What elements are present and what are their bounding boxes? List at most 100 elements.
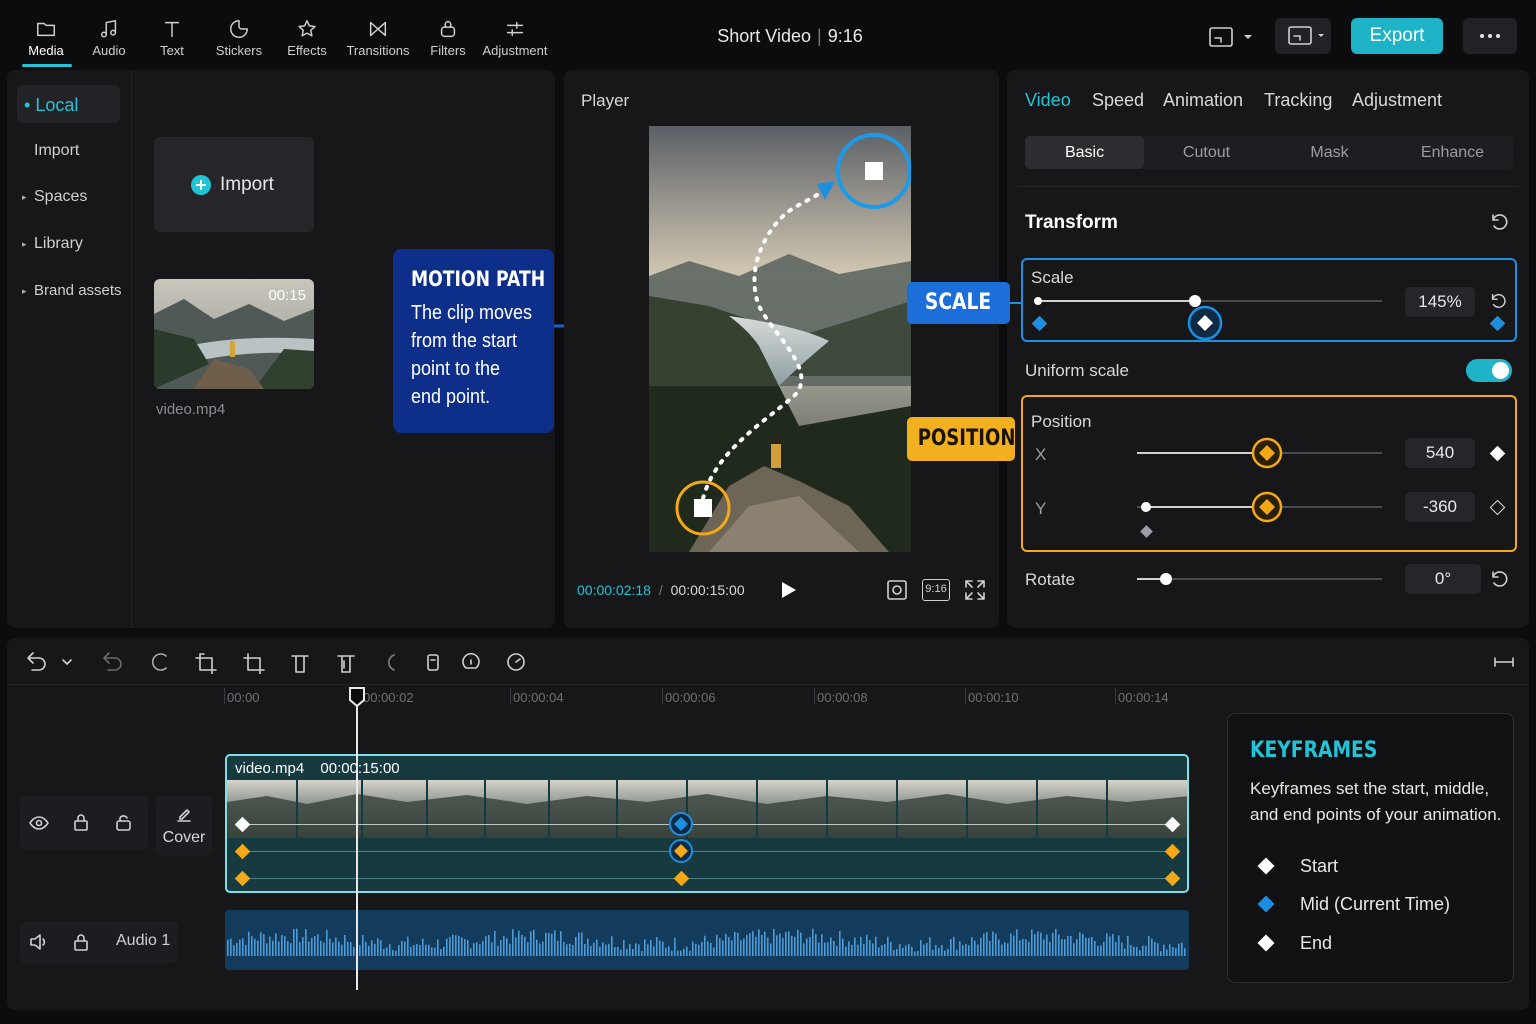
keyframe-mid-icon[interactable] — [668, 811, 694, 837]
rotate-icon[interactable] — [462, 653, 480, 669]
playhead-handle-icon[interactable] — [348, 686, 366, 708]
project-aspect: 9:16 — [827, 26, 863, 46]
export-button[interactable]: Export — [1351, 18, 1443, 54]
delete-icon[interactable] — [337, 655, 355, 673]
motion-path-line: point to the — [411, 358, 501, 380]
waveform-bar — [1088, 937, 1090, 956]
speaker-icon[interactable] — [28, 932, 50, 952]
lock-icon[interactable] — [72, 932, 90, 952]
waveform-bar — [284, 936, 286, 956]
tab-adjustment[interactable]: Adjustment — [1352, 90, 1442, 111]
media-thumbnail[interactable]: 00:15 — [154, 279, 314, 389]
undo-icon[interactable] — [27, 652, 46, 671]
tool-stickers[interactable]: Stickers — [212, 18, 266, 58]
split-icon[interactable] — [291, 655, 309, 673]
waveform-bar — [590, 945, 592, 956]
mirror-icon[interactable] — [427, 654, 439, 671]
waveform-bar — [848, 941, 850, 956]
waveform-bar — [872, 943, 874, 956]
tab-tracking[interactable]: Tracking — [1264, 90, 1332, 111]
tab-animation[interactable]: Animation — [1163, 90, 1243, 111]
snapshot-icon[interactable] — [886, 579, 908, 601]
fullscreen-icon[interactable] — [964, 579, 986, 601]
subtab-basic[interactable]: Basic — [1025, 136, 1144, 169]
more-menu-button[interactable] — [1463, 18, 1517, 54]
playhead-line[interactable] — [356, 696, 358, 990]
cover-button[interactable]: Cover — [156, 796, 212, 856]
tool-filters[interactable]: Filters — [428, 18, 468, 58]
keyframe-gold-current-icon[interactable] — [668, 838, 694, 864]
filter-icon — [440, 21, 456, 38]
keyframe-gold-icon[interactable] — [673, 870, 690, 887]
edit-cover-icon — [177, 809, 191, 822]
fit-timeline-icon[interactable] — [1492, 652, 1516, 672]
keyframe-gold-icon[interactable] — [1164, 843, 1181, 860]
sidebar-item-brand-assets[interactable]: Brand assets — [34, 282, 122, 299]
keyframe-current-icon[interactable] — [1187, 305, 1223, 341]
waveform-bar — [989, 940, 991, 956]
reset-icon[interactable] — [1489, 212, 1509, 232]
position-y-field[interactable]: -360 — [1405, 492, 1475, 522]
video-preview[interactable] — [649, 126, 911, 552]
keyframe-gold-icon[interactable] — [234, 843, 251, 860]
scale-value-field[interactable]: 145% — [1405, 287, 1475, 317]
subtab-mask[interactable]: Mask — [1270, 136, 1389, 169]
waveform-bar — [308, 941, 310, 956]
keyframe-gold-icon[interactable] — [234, 870, 251, 887]
import-card[interactable]: Import — [154, 137, 314, 232]
position-x-field[interactable]: 540 — [1405, 438, 1475, 468]
waveform-bar — [470, 948, 472, 956]
waveform-bar — [1181, 942, 1183, 956]
sidebar-item-library[interactable]: Library — [34, 235, 83, 253]
waveform-bar — [920, 940, 922, 956]
reset-icon[interactable] — [1489, 569, 1509, 589]
play-icon[interactable] — [778, 580, 798, 600]
eye-icon[interactable] — [28, 813, 50, 833]
sidebar-item-import[interactable]: Import — [34, 142, 79, 160]
redo-icon[interactable] — [151, 653, 167, 671]
keyframe-gold-icon[interactable] — [1164, 870, 1181, 887]
sidebar-item-spaces[interactable]: Spaces — [34, 188, 87, 206]
waveform-bar — [386, 947, 388, 956]
folder-icon — [37, 22, 55, 37]
audio-clip[interactable] — [225, 910, 1189, 970]
tool-effects[interactable]: Effects — [284, 18, 330, 58]
waveform-bar — [644, 939, 646, 956]
speed-icon[interactable] — [507, 653, 525, 671]
waveform-bar — [977, 944, 979, 956]
video-clip[interactable]: video.mp4 00:00:15:00 — [225, 754, 1189, 893]
dropdown-icon[interactable] — [62, 659, 72, 665]
waveform-bar — [1112, 933, 1114, 956]
reset-icon[interactable] — [1489, 292, 1507, 310]
rotate-slider-knob[interactable] — [1160, 573, 1172, 585]
rotate-value-field[interactable]: 0° — [1405, 564, 1481, 594]
waveform-bar — [1010, 933, 1012, 956]
ratio-button[interactable]: 9:16 — [922, 579, 950, 601]
tool-transitions[interactable]: Transitions — [344, 18, 412, 58]
freeze-icon[interactable] — [388, 654, 395, 671]
waveform-bar — [290, 943, 292, 956]
trim-icon[interactable] — [243, 653, 265, 674]
layout-button[interactable] — [1206, 22, 1262, 52]
rotate-slider-track[interactable] — [1137, 578, 1382, 580]
undo-disabled-icon[interactable] — [103, 652, 122, 671]
keyframe-gold-current-icon[interactable] — [1251, 491, 1283, 523]
tab-speed[interactable]: Speed — [1092, 90, 1144, 111]
tool-text[interactable]: Text — [152, 18, 192, 58]
keyframes-box-body: Keyframes set the start, middle, and end… — [1250, 779, 1502, 824]
keyframe-gold-current-icon[interactable] — [1251, 437, 1283, 469]
crop-icon[interactable] — [195, 653, 217, 674]
waveform-bar — [1106, 933, 1108, 956]
subtab-cutout[interactable]: Cutout — [1147, 136, 1266, 169]
tab-video[interactable]: Video — [1025, 90, 1071, 111]
uniform-scale-toggle[interactable] — [1466, 359, 1512, 382]
waveform-bar — [1151, 938, 1153, 956]
tool-adjustment[interactable]: Adjustment — [480, 18, 550, 58]
tool-media[interactable]: Media — [24, 18, 68, 58]
subtab-enhance[interactable]: Enhance — [1393, 136, 1512, 169]
unlock-icon[interactable] — [114, 812, 134, 832]
screen-button[interactable] — [1275, 18, 1331, 54]
lock-icon[interactable] — [72, 812, 90, 832]
waveform-bar — [1082, 933, 1084, 956]
tool-audio[interactable]: Audio — [88, 18, 130, 58]
